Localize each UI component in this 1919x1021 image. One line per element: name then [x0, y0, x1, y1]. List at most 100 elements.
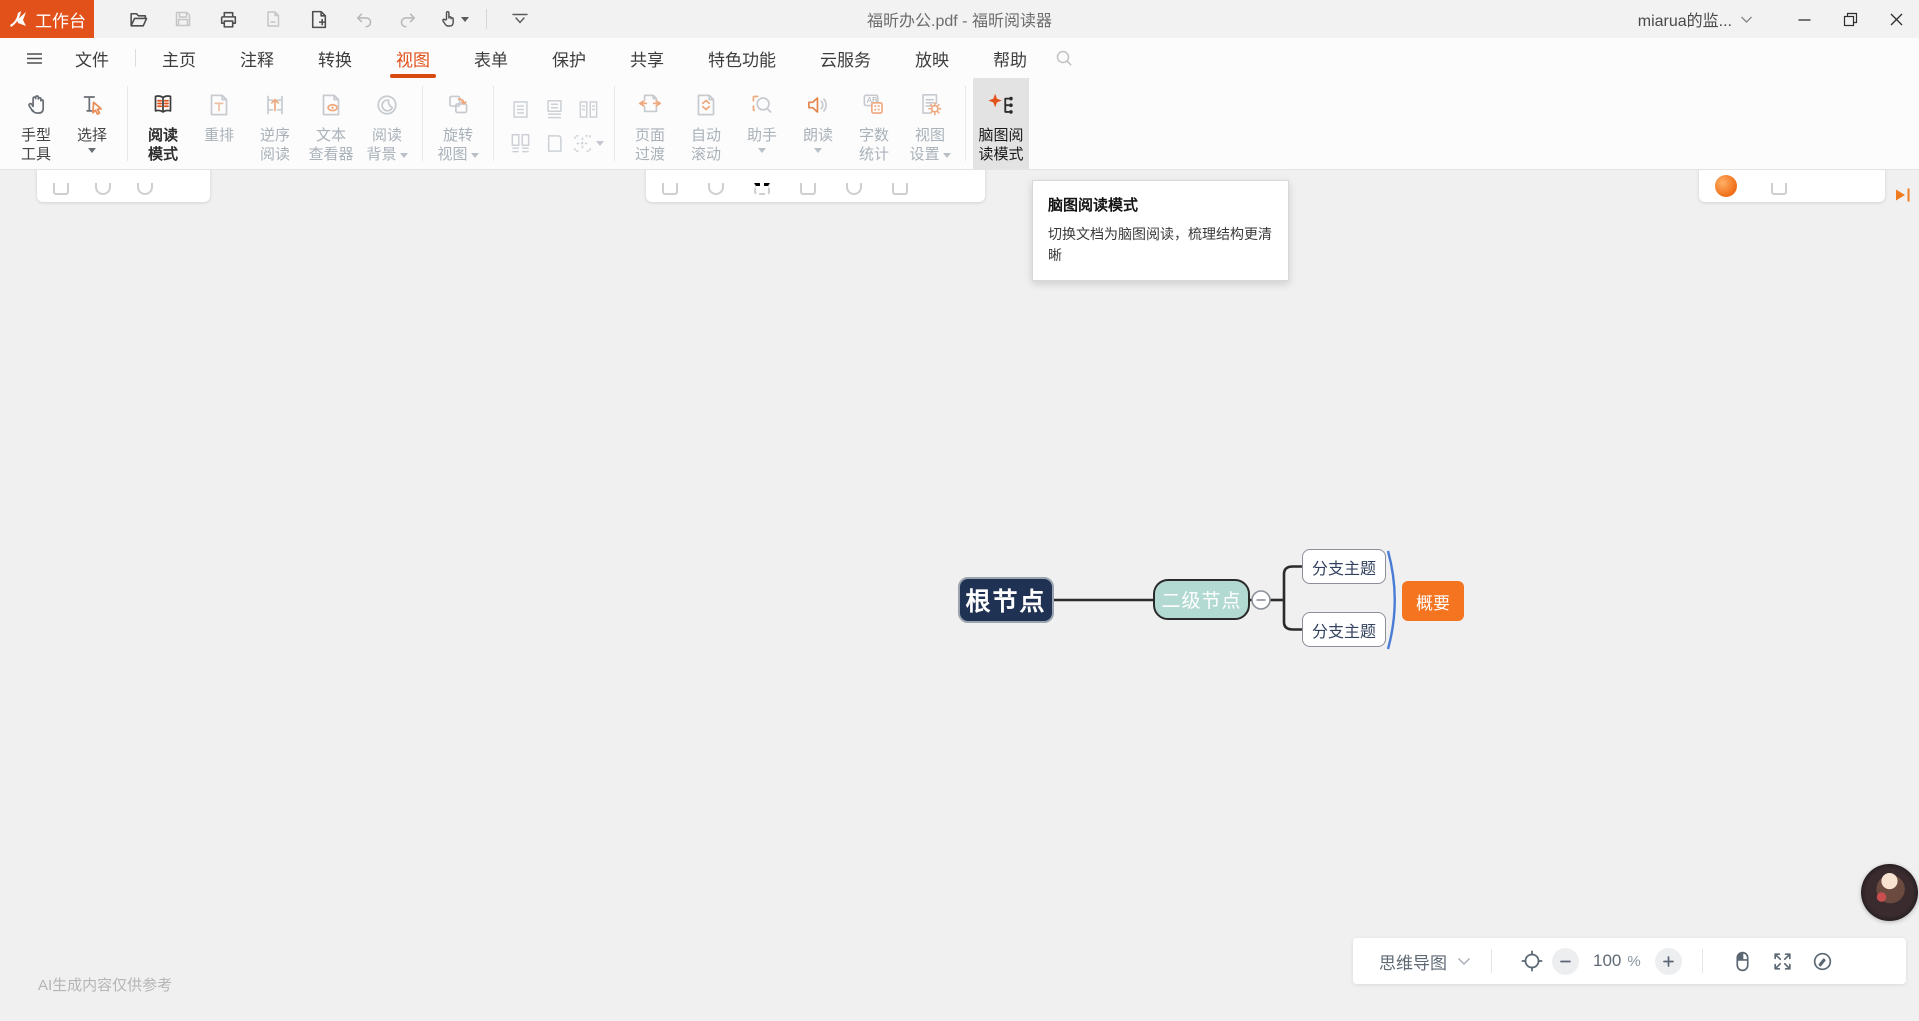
cover-page-icon[interactable]: [544, 133, 565, 154]
toolbar-collapse-icon[interactable]: [504, 4, 536, 34]
text-select-icon: [77, 84, 107, 126]
text-viewer-button[interactable]: 文本 查看器: [303, 78, 359, 169]
undo-icon[interactable]: [347, 4, 379, 34]
select-tool-button[interactable]: 选择: [64, 78, 120, 169]
auto-scroll-button[interactable]: 自动 滚动: [678, 78, 734, 169]
facing-pages-icon[interactable]: [578, 99, 599, 120]
mouse-mode-icon[interactable]: [1723, 941, 1763, 981]
menu-item-view[interactable]: 视图: [388, 38, 438, 78]
status-bar: 思维导图 100 %: [1353, 938, 1906, 984]
auto-scroll-label: 自动 滚动: [691, 126, 721, 164]
save-icon[interactable]: [167, 4, 199, 34]
menu-item-home[interactable]: 主页: [154, 38, 204, 78]
reflow-button[interactable]: 重排: [191, 78, 247, 169]
redo-icon[interactable]: [392, 4, 424, 34]
chevron-down-icon: [1740, 15, 1753, 24]
text-viewer-icon: [316, 84, 346, 126]
reflow-page-icon: [204, 84, 234, 126]
mindmap-branch-node[interactable]: 分支主题: [1302, 612, 1386, 647]
facing-continuous-icon[interactable]: [510, 133, 531, 154]
mindmap-mode-label: 脑图阅 读模式: [978, 126, 1023, 164]
compass-icon[interactable]: [1803, 941, 1843, 981]
mindmap-root-node[interactable]: 根节点: [958, 577, 1054, 623]
mode-label: 思维导图: [1379, 949, 1447, 974]
summary-brace: [1388, 551, 1395, 649]
rotate-view-button[interactable]: 旋转 视图: [430, 78, 486, 169]
read-background-button[interactable]: 阅读 背景: [359, 78, 415, 169]
menu-item-comment[interactable]: 注释: [232, 38, 282, 78]
account-menu[interactable]: miarua的监...: [1638, 7, 1753, 31]
mindmap-branch-node[interactable]: 分支主题: [1302, 549, 1386, 584]
mindmap-mode-button[interactable]: 脑图阅 读模式: [973, 78, 1029, 169]
menu-item-features[interactable]: 特色功能: [700, 38, 784, 78]
book-icon: [148, 84, 178, 126]
continuous-page-icon[interactable]: [544, 99, 565, 120]
document-canvas[interactable]: 脑图阅读模式 切换文档为脑图阅读，梳理结构更清晰 根节点 二级节点 分支主题 分…: [0, 170, 1919, 1021]
workspace-label: 工作台: [35, 7, 86, 32]
fullscreen-icon[interactable]: [1763, 941, 1803, 981]
zoom-out-button[interactable]: [1552, 948, 1579, 975]
user-avatar[interactable]: [1861, 864, 1918, 921]
toolbar-separator: [486, 9, 487, 29]
mindmap-summary-node[interactable]: 概要: [1402, 581, 1464, 621]
read-aloud-button[interactable]: 朗读: [790, 78, 846, 169]
menu-item-present[interactable]: 放映: [907, 38, 957, 78]
mindmap-sparkle-icon: [985, 84, 1017, 126]
read-mode-button[interactable]: 阅读 模式: [135, 78, 191, 169]
speaker-icon: [803, 84, 833, 126]
mindmap-second-level-node[interactable]: 二级节点: [1153, 579, 1250, 620]
quick-access-toolbar: [122, 4, 536, 34]
ribbon-divider: [493, 86, 494, 161]
mode-selector[interactable]: 思维导图: [1379, 949, 1471, 974]
read-aloud-label: 朗读: [803, 126, 833, 145]
open-icon[interactable]: [122, 4, 154, 34]
rotate-view-label: 旋转 视图: [437, 126, 478, 164]
locate-icon[interactable]: [1512, 941, 1552, 981]
minimize-button[interactable]: [1781, 0, 1827, 38]
extract-page-icon[interactable]: [257, 4, 289, 34]
hand-icon: [21, 84, 51, 126]
menu-item-protect[interactable]: 保护: [544, 38, 594, 78]
workspace-button[interactable]: 工作台: [0, 0, 94, 38]
dropdown-caret-icon: [943, 153, 951, 158]
foxit-logo-icon: [8, 10, 28, 28]
menu-divider: [135, 49, 136, 67]
rotate-pages-icon: [443, 84, 473, 126]
page-transition-label: 页面 过渡: [635, 126, 665, 164]
ai-disclaimer: AI生成内容仅供参考: [38, 974, 172, 995]
close-button[interactable]: [1873, 0, 1919, 38]
title-bar: 工作台 福昕办公.pdf - 福昕阅读器: [0, 0, 1919, 38]
reverse-order-icon: [260, 84, 290, 126]
reverse-reading-button[interactable]: 逆序 阅读: [247, 78, 303, 169]
word-count-icon: AB: [859, 84, 889, 126]
word-count-label: 字数 统计: [859, 126, 889, 164]
hand-tool-button[interactable]: 手型 工具: [8, 78, 64, 169]
ribbon-divider: [422, 86, 423, 161]
dropdown-caret-icon: [758, 148, 766, 153]
menu-item-help[interactable]: 帮助: [985, 38, 1035, 78]
word-count-button[interactable]: AB 字数 统计: [846, 78, 902, 169]
menu-item-file[interactable]: 文件: [67, 38, 117, 78]
ribbon-divider: [614, 86, 615, 161]
menu-item-convert[interactable]: 转换: [310, 38, 360, 78]
view-settings-button[interactable]: 视图 设置: [902, 78, 958, 169]
print-icon[interactable]: [212, 4, 244, 34]
search-icon[interactable]: [1055, 49, 1074, 68]
statusbar-divider: [1491, 949, 1492, 973]
auto-scroll-icon: [691, 84, 721, 126]
assistant-button[interactable]: 助手: [734, 78, 790, 169]
split-view-icon[interactable]: [572, 133, 604, 154]
single-page-icon[interactable]: [510, 99, 531, 120]
menu-item-cloud[interactable]: 云服务: [812, 38, 879, 78]
zoom-in-button[interactable]: [1655, 948, 1682, 975]
maximize-button[interactable]: [1827, 0, 1873, 38]
hamburger-icon[interactable]: [26, 52, 43, 65]
statusbar-divider: [1702, 949, 1703, 973]
page-transition-button[interactable]: 页面 过渡: [622, 78, 678, 169]
dropdown-caret-icon: [814, 148, 822, 153]
ribbon-divider: [965, 86, 966, 161]
new-page-icon[interactable]: [302, 4, 334, 34]
touch-select-icon[interactable]: [437, 4, 469, 34]
menu-item-form[interactable]: 表单: [466, 38, 516, 78]
menu-item-share[interactable]: 共享: [622, 38, 672, 78]
